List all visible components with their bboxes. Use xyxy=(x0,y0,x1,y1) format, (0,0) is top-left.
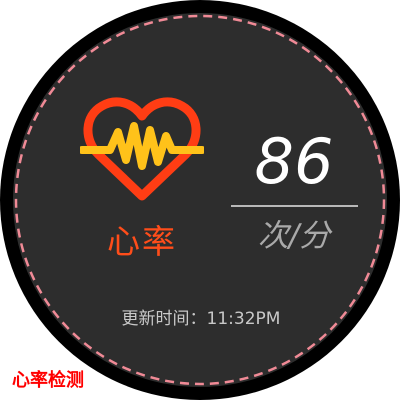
value-divider xyxy=(231,205,358,207)
update-time-row: 更新时间：11:32PM xyxy=(96,306,306,332)
heart-rate-unit: 次/分 xyxy=(257,218,331,254)
update-time-value: 11:32PM xyxy=(206,309,281,329)
watch-screen: 心率 86 次/分 更新时间：11:32PM 心率检测 xyxy=(0,0,400,400)
page-caption: 心率检测 xyxy=(12,370,84,391)
heart-rate-value: 86 xyxy=(254,125,334,198)
heart-rate-title: 心率 xyxy=(107,222,177,261)
heart-pulse-icon xyxy=(80,97,204,201)
update-time-label: 更新时间： xyxy=(121,309,207,329)
